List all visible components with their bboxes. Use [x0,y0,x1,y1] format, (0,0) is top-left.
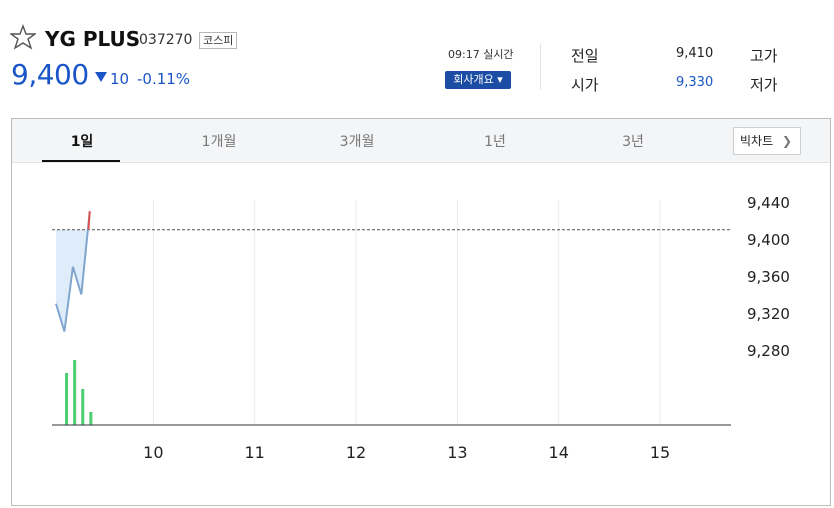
x-tick-label: 14 [549,443,569,462]
y-tick-label: 9,400 [747,231,790,249]
y-tick-label: 9,440 [747,194,790,212]
y-tick-label: 9,360 [747,268,790,286]
x-tick-label: 13 [447,443,467,462]
intraday-chart: 10 11 12 13 14 15 9,440 9,400 9,360 9,320 9,280 [52,194,790,462]
chart-grid [152,200,661,425]
volume-bar [81,389,85,425]
x-tick-label: 15 [650,443,670,462]
x-tick-label: 12 [346,443,366,462]
x-tick-label: 11 [245,443,265,462]
price-line-above-reference [87,211,91,230]
y-tick-label: 9,280 [747,342,790,360]
y-tick-label: 9,320 [747,305,790,323]
volume-bar [65,373,69,425]
volume-bar [73,360,77,425]
x-tick-label: 10 [143,443,163,462]
volume-bars [65,360,93,425]
chart-axes: 10 11 12 13 14 15 9,440 9,400 9,360 9,320 9,280 [52,194,790,462]
volume-bar [89,412,93,425]
